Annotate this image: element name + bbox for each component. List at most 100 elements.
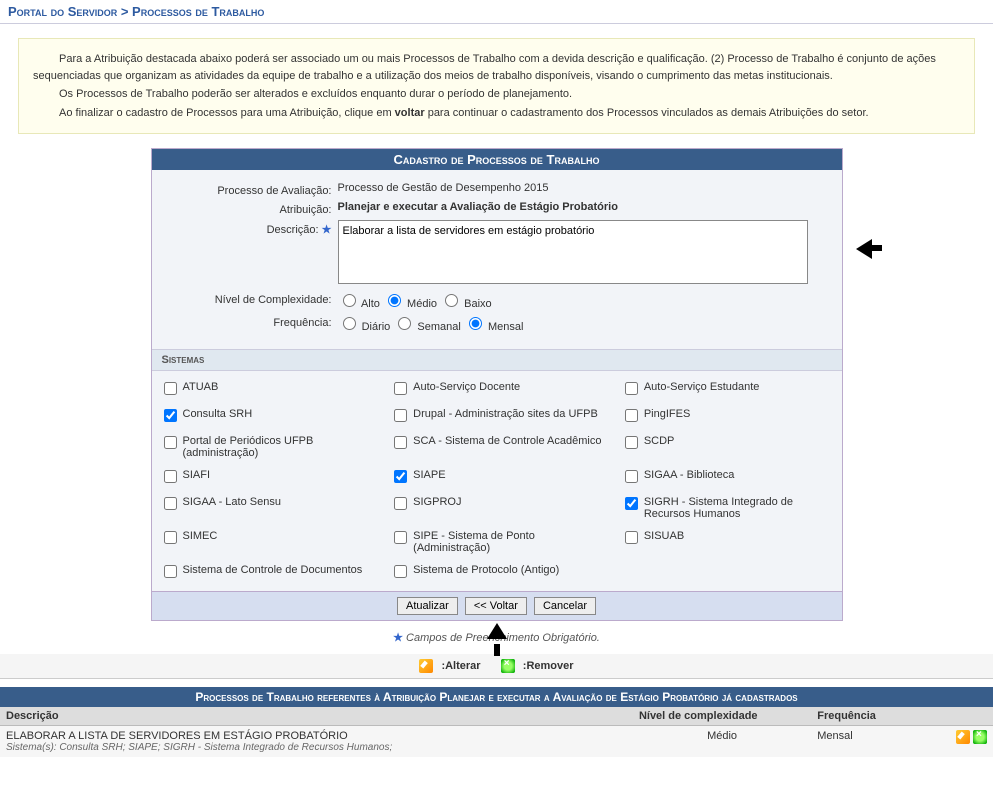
sistema-label: SCDP bbox=[644, 435, 834, 447]
sistema-item: SIAPE bbox=[390, 469, 603, 486]
nivel-radios: Alto Médio Baixo bbox=[338, 291, 832, 310]
sistema-checkbox[interactable] bbox=[394, 382, 407, 395]
cell-sistemas: Sistema(s): Consulta SRH; SIAPE; SIGRH -… bbox=[6, 742, 627, 753]
sistema-item: SIGRH - Sistema Integrado de Recursos Hu… bbox=[621, 496, 834, 520]
form-panel: Cadastro de Processos de Trabalho Proces… bbox=[151, 148, 843, 621]
radio-baixo[interactable] bbox=[445, 294, 458, 307]
info-box: Para a Atribuição destacada abaixo poder… bbox=[18, 38, 975, 134]
sistema-item: SIGPROJ bbox=[390, 496, 603, 520]
sistema-label: SISUAB bbox=[644, 530, 834, 542]
voltar-button[interactable]: << Voltar bbox=[465, 597, 527, 615]
row-edit-icon[interactable] bbox=[956, 730, 970, 744]
required-note: ★ Campos de Preenchimento Obrigatório. bbox=[0, 631, 993, 644]
th-nivel: Nível de complexidade bbox=[633, 707, 811, 726]
label-atribuicao: Atribuição: bbox=[162, 201, 338, 216]
th-descricao: Descrição bbox=[0, 707, 633, 726]
info-paragraph-3: Ao finalizar o cadastro de Processos par… bbox=[33, 105, 960, 122]
radio-medio[interactable] bbox=[388, 294, 401, 307]
annotation-arrow-left-icon bbox=[846, 234, 882, 266]
table-panel: Processos de Trabalho referentes à Atrib… bbox=[0, 687, 993, 757]
sistemas-header: Sistemas bbox=[152, 349, 842, 371]
table-title: Processos de Trabalho referentes à Atrib… bbox=[0, 687, 993, 707]
value-atribuicao: Planejar e executar a Avaliação de Estág… bbox=[338, 201, 832, 213]
sistema-checkbox[interactable] bbox=[394, 436, 407, 449]
sistema-item: Portal de Periódicos UFPB (administração… bbox=[160, 435, 373, 459]
sistema-item: Auto-Serviço Docente bbox=[390, 381, 603, 398]
sistema-label: Sistema de Controle de Documentos bbox=[183, 564, 373, 576]
sistema-item: Auto-Serviço Estudante bbox=[621, 381, 834, 398]
edit-icon bbox=[419, 659, 433, 673]
sistema-checkbox[interactable] bbox=[625, 497, 638, 510]
legend-row: :Alterar :Remover bbox=[0, 654, 993, 679]
radio-diario[interactable] bbox=[343, 317, 356, 330]
sistema-checkbox[interactable] bbox=[164, 382, 177, 395]
value-processo: Processo de Gestão de Desempenho 2015 bbox=[338, 182, 832, 194]
sistema-item: SIPE - Sistema de Ponto (Administração) bbox=[390, 530, 603, 554]
sistema-label: Drupal - Administração sites da UFPB bbox=[413, 408, 603, 420]
sistema-label: ATUAB bbox=[183, 381, 373, 393]
atualizar-button[interactable]: Atualizar bbox=[397, 597, 458, 615]
info-paragraph-1: Para a Atribuição destacada abaixo poder… bbox=[33, 51, 960, 84]
sistema-item: SIAFI bbox=[160, 469, 373, 486]
sistema-label: SIGAA - Biblioteca bbox=[644, 469, 834, 481]
radio-semanal[interactable] bbox=[398, 317, 411, 330]
radio-mensal[interactable] bbox=[469, 317, 482, 330]
sistema-checkbox[interactable] bbox=[164, 409, 177, 422]
sistema-label: SIPE - Sistema de Ponto (Administração) bbox=[413, 530, 603, 554]
sistemas-grid: ATUAB Auto-Serviço Docente Auto-Serviço Es… bbox=[152, 377, 842, 591]
sistema-item: SIMEC bbox=[160, 530, 373, 554]
sistema-item: Drupal - Administração sites da UFPB bbox=[390, 408, 603, 425]
cell-freq: Mensal bbox=[811, 726, 950, 758]
sistema-item: Consulta SRH bbox=[160, 408, 373, 425]
breadcrumb: Portal do Servidor > Processos de Trabal… bbox=[0, 0, 993, 24]
sistema-checkbox[interactable] bbox=[625, 382, 638, 395]
sistema-label: SCA - Sistema de Controle Acadêmico bbox=[413, 435, 603, 447]
sistema-item: Sistema de Protocolo (Antigo) bbox=[390, 564, 603, 581]
radio-alto[interactable] bbox=[343, 294, 356, 307]
sistema-checkbox[interactable] bbox=[164, 436, 177, 449]
sistema-checkbox[interactable] bbox=[625, 470, 638, 483]
info-paragraph-2: Os Processos de Trabalho poderão ser alt… bbox=[33, 86, 960, 103]
table-row: ELABORAR A LISTA DE SERVIDORES EM ESTÁGI… bbox=[0, 726, 993, 758]
cancelar-button[interactable]: Cancelar bbox=[534, 597, 596, 615]
sistema-label: Portal de Periódicos UFPB (administração… bbox=[183, 435, 373, 459]
sistema-checkbox[interactable] bbox=[625, 531, 638, 544]
panel-title: Cadastro de Processos de Trabalho bbox=[152, 149, 842, 170]
freq-radios: Diário Semanal Mensal bbox=[338, 314, 832, 333]
sistema-item: SISUAB bbox=[621, 530, 834, 554]
label-processo: Processo de Avaliação: bbox=[162, 182, 338, 197]
sistema-label: SIMEC bbox=[183, 530, 373, 542]
sistema-checkbox[interactable] bbox=[164, 497, 177, 510]
sistema-label: SIGAA - Lato Sensu bbox=[183, 496, 373, 508]
legend-remover: :Remover bbox=[523, 660, 574, 672]
sistema-checkbox[interactable] bbox=[164, 470, 177, 483]
sistema-checkbox[interactable] bbox=[394, 497, 407, 510]
sistema-checkbox[interactable] bbox=[625, 409, 638, 422]
sistema-item: ATUAB bbox=[160, 381, 373, 398]
table-body: ELABORAR A LISTA DE SERVIDORES EM ESTÁGI… bbox=[0, 726, 993, 758]
sistema-label: Auto-Serviço Docente bbox=[413, 381, 603, 393]
cell-actions bbox=[950, 726, 993, 758]
sistema-checkbox[interactable] bbox=[394, 565, 407, 578]
descricao-textarea[interactable] bbox=[338, 220, 808, 284]
sistema-checkbox[interactable] bbox=[394, 470, 407, 483]
sistema-item: PingIFES bbox=[621, 408, 834, 425]
label-frequencia: Frequência: bbox=[162, 314, 338, 329]
sistema-checkbox[interactable] bbox=[164, 565, 177, 578]
label-nivel: Nível de Complexidade: bbox=[162, 291, 338, 306]
sistema-label: Auto-Serviço Estudante bbox=[644, 381, 834, 393]
th-freq: Frequência bbox=[811, 707, 950, 726]
sistema-checkbox[interactable] bbox=[625, 436, 638, 449]
label-descricao: Descrição: ★ bbox=[162, 220, 338, 236]
sistema-checkbox[interactable] bbox=[164, 531, 177, 544]
sistema-checkbox[interactable] bbox=[394, 531, 407, 544]
sistema-label: Sistema de Protocolo (Antigo) bbox=[413, 564, 603, 576]
sistema-label: Consulta SRH bbox=[183, 408, 373, 420]
sistema-checkbox[interactable] bbox=[394, 409, 407, 422]
sistema-label: SIAFI bbox=[183, 469, 373, 481]
sistema-item: SCA - Sistema de Controle Acadêmico bbox=[390, 435, 603, 459]
legend-alterar: :Alterar bbox=[441, 660, 480, 672]
sistema-label: SIGRH - Sistema Integrado de Recursos Hu… bbox=[644, 496, 834, 520]
button-row: Atualizar << Voltar Cancelar bbox=[152, 591, 842, 620]
row-delete-icon[interactable] bbox=[973, 730, 987, 744]
